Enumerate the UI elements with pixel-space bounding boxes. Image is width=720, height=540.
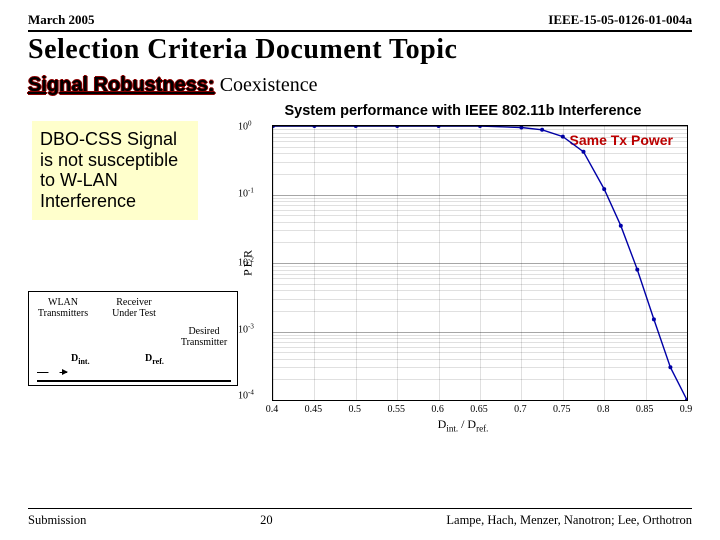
chart-plot-area: Same Tx Power bbox=[272, 125, 688, 401]
footer-authors: Lampe, Hach, Menzer, Nanotron; Lee, Orth… bbox=[446, 513, 692, 528]
chart-title: System performance with IEEE 802.11b Int… bbox=[234, 103, 692, 123]
diagram-dint-label: Dint. bbox=[71, 354, 90, 366]
subtitle-strong: Signal Robustness: bbox=[28, 74, 215, 96]
page-title: Selection Criteria Document Topic bbox=[0, 32, 720, 74]
antenna-icon bbox=[47, 363, 61, 375]
antenna-icon bbox=[196, 363, 210, 375]
chart-xtick: 0.75 bbox=[553, 404, 571, 415]
per-chart: System performance with IEEE 802.11b Int… bbox=[234, 103, 692, 423]
subtitle: Signal Robustness: Coexistence bbox=[0, 74, 720, 103]
content-area: DBO-CSS Signal is not susceptible to W-L… bbox=[0, 103, 720, 443]
chart-xtick: 0.65 bbox=[470, 404, 488, 415]
chart-ytick: 10-2 bbox=[238, 255, 254, 268]
chart-xtick: 0.55 bbox=[387, 404, 405, 415]
subtitle-rest: Coexistence bbox=[215, 74, 318, 96]
chart-xtick: 0.7 bbox=[514, 404, 527, 415]
chart-ytick: 100 bbox=[238, 119, 252, 132]
diagram-desired-label: Desired Transmitter bbox=[174, 327, 234, 348]
antenna-icon bbox=[123, 363, 137, 375]
chart-xlabel: Dint. / Dref. bbox=[438, 417, 489, 433]
setup-diagram: WLAN Transmitters Receiver Under Test De… bbox=[28, 291, 238, 386]
chart-ytick: 10-3 bbox=[238, 322, 254, 335]
diagram-wlan-label: WLAN Transmitters bbox=[35, 298, 91, 319]
chart-xtick: 0.4 bbox=[266, 404, 279, 415]
diagram-baseline bbox=[37, 380, 231, 382]
header-date: March 2005 bbox=[28, 12, 95, 28]
chart-xtick: 0.45 bbox=[305, 404, 323, 415]
footer-left: Submission bbox=[28, 513, 86, 528]
chart-xtick: 0.85 bbox=[636, 404, 654, 415]
chart-ytick: 10-1 bbox=[238, 186, 254, 199]
diagram-receiver-label: Receiver Under Test bbox=[110, 298, 158, 319]
footer: Submission 20 Lampe, Hach, Menzer, Nanot… bbox=[28, 508, 692, 528]
chart-xtick: 0.6 bbox=[431, 404, 444, 415]
chart-xtick: 0.8 bbox=[597, 404, 610, 415]
callout-box: DBO-CSS Signal is not susceptible to W-L… bbox=[32, 121, 198, 220]
footer-page-number: 20 bbox=[260, 513, 273, 528]
header-docid: IEEE-15-05-0126-01-004a bbox=[548, 12, 692, 28]
footer-rule bbox=[28, 508, 692, 509]
chart-xtick: 0.9 bbox=[680, 404, 693, 415]
chart-xtick: 0.5 bbox=[349, 404, 362, 415]
diagram-dref-label: Dref. bbox=[145, 354, 164, 366]
chart-ytick: 10-4 bbox=[238, 389, 254, 402]
